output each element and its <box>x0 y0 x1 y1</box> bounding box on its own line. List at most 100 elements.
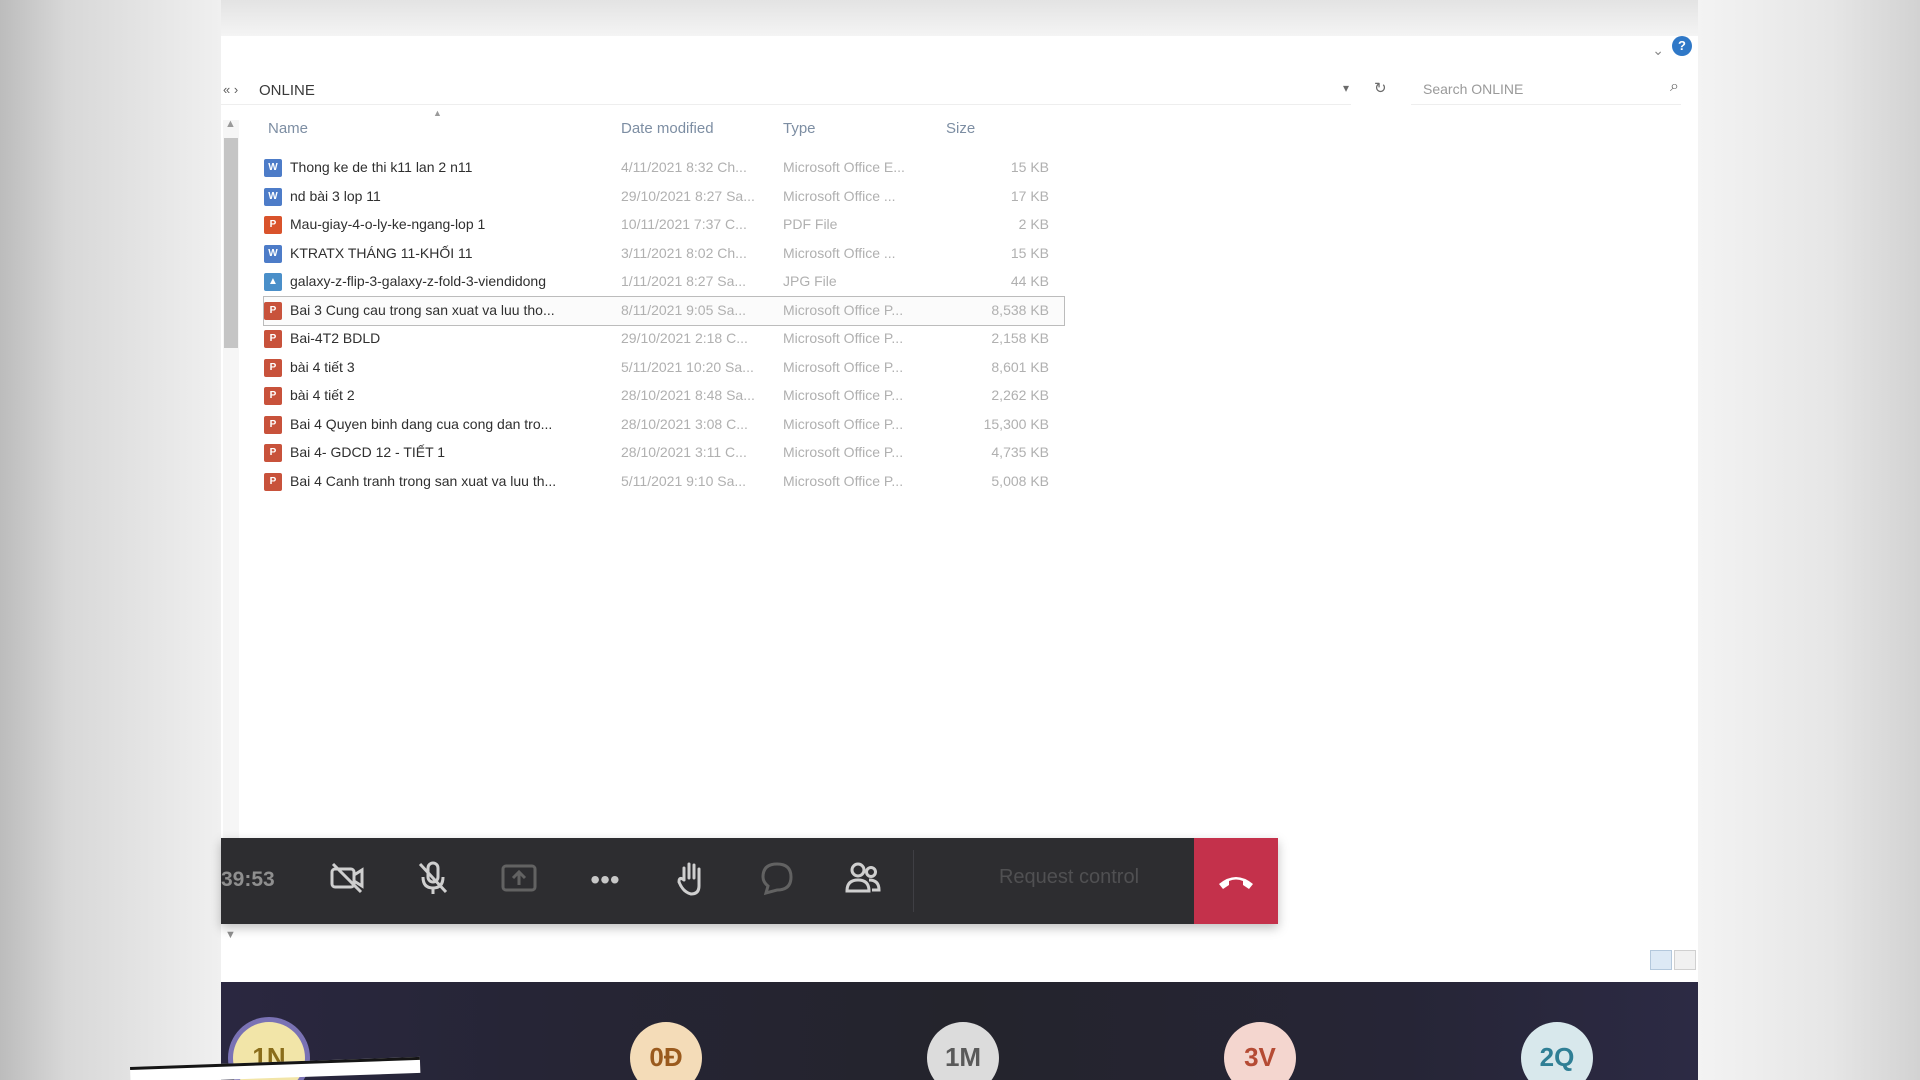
participant-avatar: 1M <box>927 1022 999 1080</box>
details-view-icon[interactable] <box>1650 950 1672 970</box>
file-name: Bai 4 Canh tranh trong san xuat va luu t… <box>290 472 557 489</box>
toolbar-divider <box>913 850 914 912</box>
request-control-button[interactable]: Request control <box>969 866 1169 889</box>
chevron-down-icon[interactable]: ⌄ <box>1652 42 1664 59</box>
search-icon[interactable]: ⌕ <box>1670 78 1679 96</box>
camera-off-icon[interactable] <box>325 858 369 902</box>
file-size: 2,158 KB <box>991 330 1049 346</box>
file-date-modified: 8/11/2021 9:05 Sa... <box>621 301 747 318</box>
column-header-size[interactable]: Size <box>946 120 975 142</box>
file-row[interactable]: P Bai-4T2 BDLD 29/10/2021 2:18 C... Microso… <box>264 325 1064 354</box>
scroll-up-arrow-icon[interactable]: ▲ <box>225 118 236 130</box>
participant-tile[interactable]: 2Q <box>1409 982 1698 1080</box>
breadcrumb-arrows: « › <box>223 82 239 97</box>
file-row[interactable]: P Bai 4 Canh tranh trong san xuat va luu … <box>264 468 1064 497</box>
participants-icon[interactable] <box>841 858 885 902</box>
share-screen-glyph <box>501 864 537 892</box>
file-type: Microsoft Office P... <box>783 387 904 403</box>
search-placeholder: Search ONLINE <box>1423 81 1524 97</box>
blurred-background-right <box>1698 0 1920 1080</box>
scroll-down-arrow-icon[interactable]: ▼ <box>225 929 236 941</box>
breadcrumb-current-folder[interactable]: ONLINE <box>259 82 315 99</box>
file-type-icon: P <box>264 472 282 491</box>
raise-hand-glyph <box>677 862 701 896</box>
meeting-timer: 39:53 <box>221 868 275 891</box>
file-date-modified: 5/11/2021 9:10 Sa... <box>621 472 747 489</box>
participants-glyph <box>845 862 881 893</box>
file-size: 17 KB <box>1010 187 1049 204</box>
file-type: Microsoft Office ... <box>783 244 896 261</box>
file-type: PDF File <box>783 216 838 232</box>
file-size: 44 KB <box>1010 273 1049 289</box>
leave-call-button[interactable] <box>1194 838 1278 924</box>
file-date-modified: 28/10/2021 3:08 C... <box>621 415 748 432</box>
column-header-type[interactable]: Type <box>783 120 816 142</box>
sort-indicator-icon: ▲ <box>433 108 442 118</box>
file-size: 4,735 KB <box>991 444 1049 460</box>
address-dropdown-icon[interactable]: ▾ <box>1343 81 1349 95</box>
column-header-date-modified[interactable]: Date modified <box>621 120 714 142</box>
file-type-icon: P <box>264 216 282 234</box>
large-icons-view-icon[interactable] <box>1674 950 1696 970</box>
participant-tile[interactable]: 0Đ <box>518 982 813 1080</box>
file-name: Bai 3 Cung cau trong san xuat va luu tho… <box>290 301 555 318</box>
file-name: Bai-4T2 BDLD <box>290 330 381 346</box>
file-size: 8,601 KB <box>991 358 1049 375</box>
raise-hand-icon[interactable] <box>669 858 713 902</box>
file-row[interactable]: W Thong ke de thi k11 lan 2 n11 4/11/2021 … <box>264 154 1064 183</box>
mic-off-icon[interactable] <box>411 858 455 902</box>
participant-avatar: 2Q <box>1521 1022 1593 1080</box>
file-type-icon: W <box>264 244 282 263</box>
file-date-modified: 4/11/2021 8:32 Ch... <box>621 159 747 175</box>
file-type-icon: P <box>264 330 282 348</box>
refresh-icon[interactable]: ↻ <box>1374 79 1387 97</box>
help-icon[interactable]: ? <box>1672 36 1692 56</box>
explorer-title-strip: ⌄ ? <box>221 36 1698 72</box>
file-name: Thong ke de thi k11 lan 2 n11 <box>290 159 473 175</box>
file-row[interactable]: W KTRATX THÁNG 11-KHỐI 11 3/11/2021 8:02 C… <box>264 240 1064 269</box>
file-type-icon: P <box>264 301 282 320</box>
address-bar[interactable]: « › ONLINE <box>221 76 1351 105</box>
file-type-icon: P <box>264 415 282 434</box>
file-name: Bai 4 Quyen binh dang cua cong dan tro..… <box>290 415 553 432</box>
file-row[interactable]: P Bai 4 Quyen binh dang cua cong dan tro.… <box>264 411 1064 440</box>
file-type: Microsoft Office P... <box>783 358 904 375</box>
phone-hang-up-icon <box>1219 877 1253 890</box>
camera-off-glyph <box>330 862 364 894</box>
more-actions-icon[interactable]: ••• <box>583 858 627 902</box>
file-type-icon: P <box>264 444 282 462</box>
file-type: Microsoft Office ... <box>783 187 896 204</box>
file-type: Microsoft Office P... <box>783 415 904 432</box>
share-screen-icon[interactable] <box>497 858 541 902</box>
file-size: 8,538 KB <box>991 301 1049 318</box>
file-date-modified: 28/10/2021 8:48 Sa... <box>621 387 755 403</box>
file-name: bài 4 tiết 2 <box>290 387 355 403</box>
file-date-modified: 3/11/2021 8:02 Ch... <box>621 244 747 261</box>
search-input[interactable]: Search ONLINE ⌕ <box>1411 74 1681 105</box>
file-row[interactable]: P Bai 4- GDCD 12 - TIẾT 1 28/10/2021 3:11 … <box>264 439 1064 468</box>
participant-tile[interactable]: 1M <box>815 982 1110 1080</box>
file-row[interactable]: ▲ galaxy-z-flip-3-galaxy-z-fold-3-viendid… <box>264 268 1064 297</box>
file-row[interactable]: Pbài 4 tiết 2 28/10/2021 8:48 Sa... Micros… <box>264 382 1064 411</box>
file-row[interactable]: P Bai 3 Cung cau trong san xuat va luu th… <box>263 295 1065 326</box>
file-date-modified: 5/11/2021 10:20 Sa... <box>621 358 754 375</box>
participant-tile[interactable]: 3V <box>1112 982 1407 1080</box>
column-header-name[interactable]: Name <box>268 120 308 142</box>
file-date-modified: 10/11/2021 7:37 C... <box>621 216 747 232</box>
participant-avatar: 0Đ <box>630 1022 702 1080</box>
file-type: JPG File <box>783 273 837 289</box>
file-name: Mau-giay-4-o-ly-ke-ngang-lop 1 <box>290 216 486 232</box>
file-date-modified: 28/10/2021 3:11 C... <box>621 444 747 460</box>
file-size: 15,300 KB <box>983 415 1049 432</box>
scrollbar-thumb[interactable] <box>224 138 238 348</box>
file-type: Microsoft Office E... <box>783 159 905 175</box>
chat-icon[interactable] <box>755 858 799 902</box>
file-size: 15 KB <box>1010 159 1049 175</box>
file-row[interactable]: Pbài 4 tiết 3 5/11/2021 10:20 Sa... Micros… <box>264 354 1064 383</box>
file-size: 5,008 KB <box>991 472 1049 489</box>
file-row[interactable]: Wnd bài 3 lop 11 29/10/2021 8:27 Sa... Mic… <box>264 183 1064 212</box>
file-name: bài 4 tiết 3 <box>290 358 355 375</box>
file-name: KTRATX THÁNG 11-KHỐI 11 <box>290 244 473 261</box>
file-row[interactable]: P Mau-giay-4-o-ly-ke-ngang-lop 1 10/11/202… <box>264 211 1064 240</box>
file-list: W Thong ke de thi k11 lan 2 n11 4/11/2021 … <box>263 154 1065 497</box>
